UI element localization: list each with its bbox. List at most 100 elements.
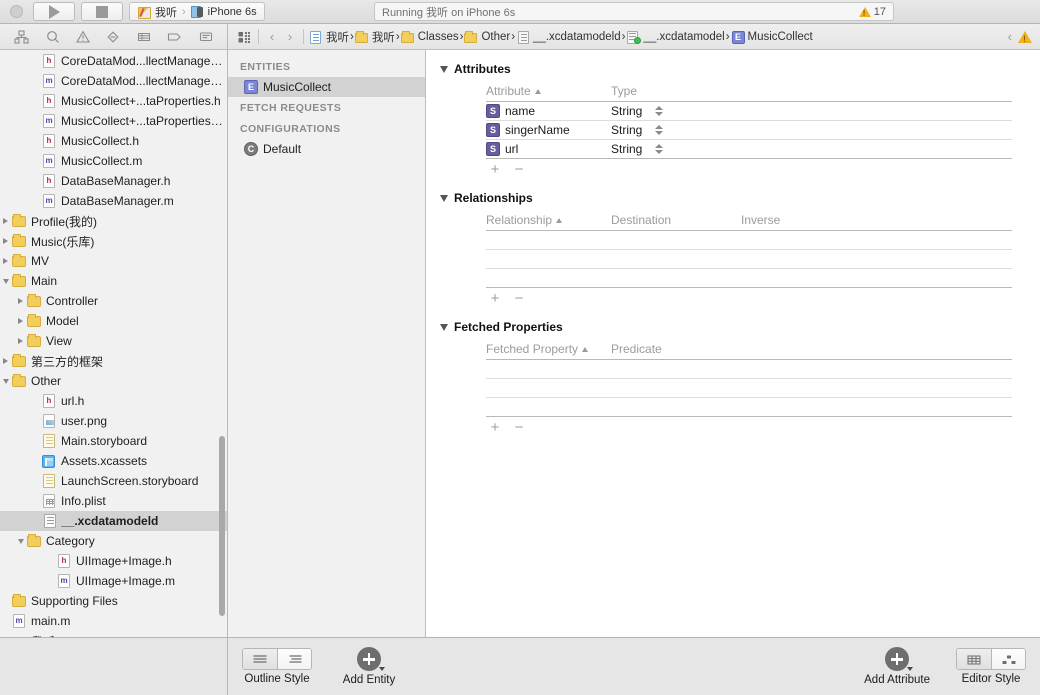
- breadcrumb-item[interactable]: 我听: [308, 29, 350, 45]
- column-header[interactable]: Predicate: [611, 342, 741, 356]
- project-navigator-icon[interactable]: [14, 29, 29, 44]
- navigator-item[interactable]: m MusicCollect.m: [0, 151, 227, 171]
- stop-button[interactable]: [81, 2, 123, 21]
- debug-navigator-icon[interactable]: [106, 30, 120, 44]
- remove-row-button[interactable]: −: [512, 291, 526, 306]
- add-entity-icon[interactable]: [357, 647, 381, 671]
- attribute-type-cell[interactable]: String: [611, 142, 741, 156]
- editor-style-graph-segment[interactable]: [991, 649, 1025, 669]
- add-entity-caret-icon[interactable]: [379, 667, 385, 671]
- search-navigator-icon[interactable]: [46, 30, 60, 44]
- remove-row-button[interactable]: −: [512, 420, 526, 435]
- navigator-item[interactable]: Other: [0, 371, 227, 391]
- table-empty-row[interactable]: [486, 359, 1012, 378]
- navigator-item[interactable]: Info.plist: [0, 491, 227, 511]
- navigator-item[interactable]: Supporting Files: [0, 591, 227, 611]
- disclosure-triangle-icon[interactable]: [15, 538, 26, 544]
- table-row[interactable]: Surl String: [486, 139, 1012, 158]
- forward-button[interactable]: ›: [281, 29, 299, 44]
- column-header[interactable]: Inverse: [741, 213, 1012, 227]
- disclosure-triangle-icon[interactable]: [0, 238, 11, 244]
- add-attribute-caret-icon[interactable]: [907, 667, 914, 671]
- add-attribute-control[interactable]: Add Attribute: [864, 647, 930, 686]
- scheme-selector[interactable]: 我听 › iPhone 6s: [129, 2, 265, 21]
- breadcrumb-item[interactable]: E MusicCollect: [730, 30, 814, 44]
- navigator-item[interactable]: m MusicCollect+...taProperties.m: [0, 111, 227, 131]
- outline-style-table-segment[interactable]: [243, 649, 277, 669]
- disclosure-triangle-icon[interactable]: [0, 378, 11, 384]
- navigator-item[interactable]: m UIImage+Image.m: [0, 571, 227, 591]
- disclosure-triangle-icon[interactable]: [15, 318, 26, 324]
- table-empty-row[interactable]: [486, 397, 1012, 416]
- run-button[interactable]: [33, 2, 75, 21]
- table-row[interactable]: SsingerName String: [486, 120, 1012, 139]
- navigator-item[interactable]: h MusicCollect+...taProperties.h: [0, 91, 227, 111]
- add-attribute-icon[interactable]: [885, 647, 910, 671]
- disclosure-triangle-icon[interactable]: [0, 258, 11, 264]
- navigator-item[interactable]: LaunchScreen.storyboard: [0, 471, 227, 491]
- entities-outline-panel[interactable]: ENTITIES E MusicCollect FETCH REQUESTS CONFI…: [228, 50, 426, 637]
- navigator-item[interactable]: View: [0, 331, 227, 351]
- table-row[interactable]: Sname String: [486, 101, 1012, 120]
- disclosure-triangle-icon[interactable]: [15, 338, 26, 344]
- column-header[interactable]: Type: [611, 84, 741, 98]
- navigator-item[interactable]: Main: [0, 271, 227, 291]
- navigator-item[interactable]: Music(乐库): [0, 231, 227, 251]
- type-popup-stepper-icon[interactable]: [653, 106, 664, 116]
- navigator-item[interactable]: Assets.xcassets: [0, 451, 227, 471]
- table-empty-row[interactable]: [486, 378, 1012, 397]
- entities-list-item[interactable]: C Default: [228, 139, 425, 159]
- table-empty-row[interactable]: [486, 249, 1012, 268]
- attribute-name-cell[interactable]: Sname: [486, 104, 611, 118]
- entities-list-item[interactable]: E MusicCollect: [228, 77, 425, 97]
- model-section-header[interactable]: Relationships: [440, 191, 1026, 205]
- column-header[interactable]: [741, 84, 1012, 98]
- project-navigator-list[interactable]: h CoreDataMod...llectManager.h m CoreDataMo…: [0, 50, 227, 637]
- navigator-item[interactable]: m CoreDataMod...llectManager.m: [0, 71, 227, 91]
- navigator-item[interactable]: Model: [0, 311, 227, 331]
- disclosure-triangle-icon[interactable]: [440, 194, 448, 202]
- attribute-name-cell[interactable]: Surl: [486, 142, 611, 156]
- window-button[interactable]: [10, 5, 23, 18]
- add-entity-control[interactable]: Add Entity: [338, 647, 400, 686]
- editor-style-segmented[interactable]: [956, 648, 1026, 670]
- test-navigator-icon[interactable]: [137, 30, 151, 44]
- jump-bar-warning-icon[interactable]: [1018, 30, 1032, 44]
- navigator-item[interactable]: h CoreDataMod...llectManager.h: [0, 51, 227, 71]
- attribute-name-cell[interactable]: SsingerName: [486, 123, 611, 137]
- breadcrumb-item[interactable]: Other: [463, 30, 511, 44]
- editor-style-table-segment[interactable]: [957, 649, 991, 669]
- navigator-item[interactable]: Controller: [0, 291, 227, 311]
- issue-navigator-icon[interactable]: [76, 30, 91, 44]
- breadcrumb-item[interactable]: Classes: [400, 30, 460, 44]
- outline-style-graph-segment[interactable]: [277, 649, 311, 669]
- add-row-button[interactable]: +: [488, 420, 502, 435]
- column-header[interactable]: Relationship: [486, 213, 611, 227]
- add-row-button[interactable]: +: [488, 291, 502, 306]
- attribute-type-cell[interactable]: String: [611, 104, 741, 118]
- navigator-item[interactable]: h MusicCollect.h: [0, 131, 227, 151]
- navigator-item[interactable]: m main.m: [0, 611, 227, 631]
- model-section-header[interactable]: Attributes: [440, 62, 1026, 76]
- type-popup-stepper-icon[interactable]: [653, 144, 664, 154]
- navigator-item[interactable]: Category: [0, 531, 227, 551]
- breadcrumb-item[interactable]: __.xcdatamodel: [625, 30, 725, 44]
- navigator-item[interactable]: __.xcdatamodeld: [0, 511, 227, 531]
- disclosure-triangle-icon[interactable]: [0, 218, 11, 224]
- navigator-item[interactable]: 我听Tests: [0, 631, 227, 638]
- add-row-button[interactable]: +: [488, 162, 502, 177]
- table-empty-row[interactable]: [486, 268, 1012, 287]
- model-section-header[interactable]: Fetched Properties: [440, 320, 1026, 334]
- navigator-item[interactable]: m DataBaseManager.m: [0, 191, 227, 211]
- column-header[interactable]: Destination: [611, 213, 741, 227]
- breadcrumb-item[interactable]: 我听: [354, 29, 396, 45]
- outline-style-segmented[interactable]: [242, 648, 312, 670]
- breadcrumb-item[interactable]: __.xcdatamodeld: [515, 30, 622, 46]
- navigator-item[interactable]: h DataBaseManager.h: [0, 171, 227, 191]
- issues-previous-button[interactable]: ‹: [1008, 29, 1012, 44]
- table-empty-row[interactable]: [486, 230, 1012, 249]
- outline-style-control[interactable]: Outline Style: [242, 648, 312, 685]
- navigator-item[interactable]: 第三方的框架: [0, 351, 227, 371]
- navigator-item[interactable]: h url.h: [0, 391, 227, 411]
- column-header[interactable]: Attribute: [486, 84, 611, 98]
